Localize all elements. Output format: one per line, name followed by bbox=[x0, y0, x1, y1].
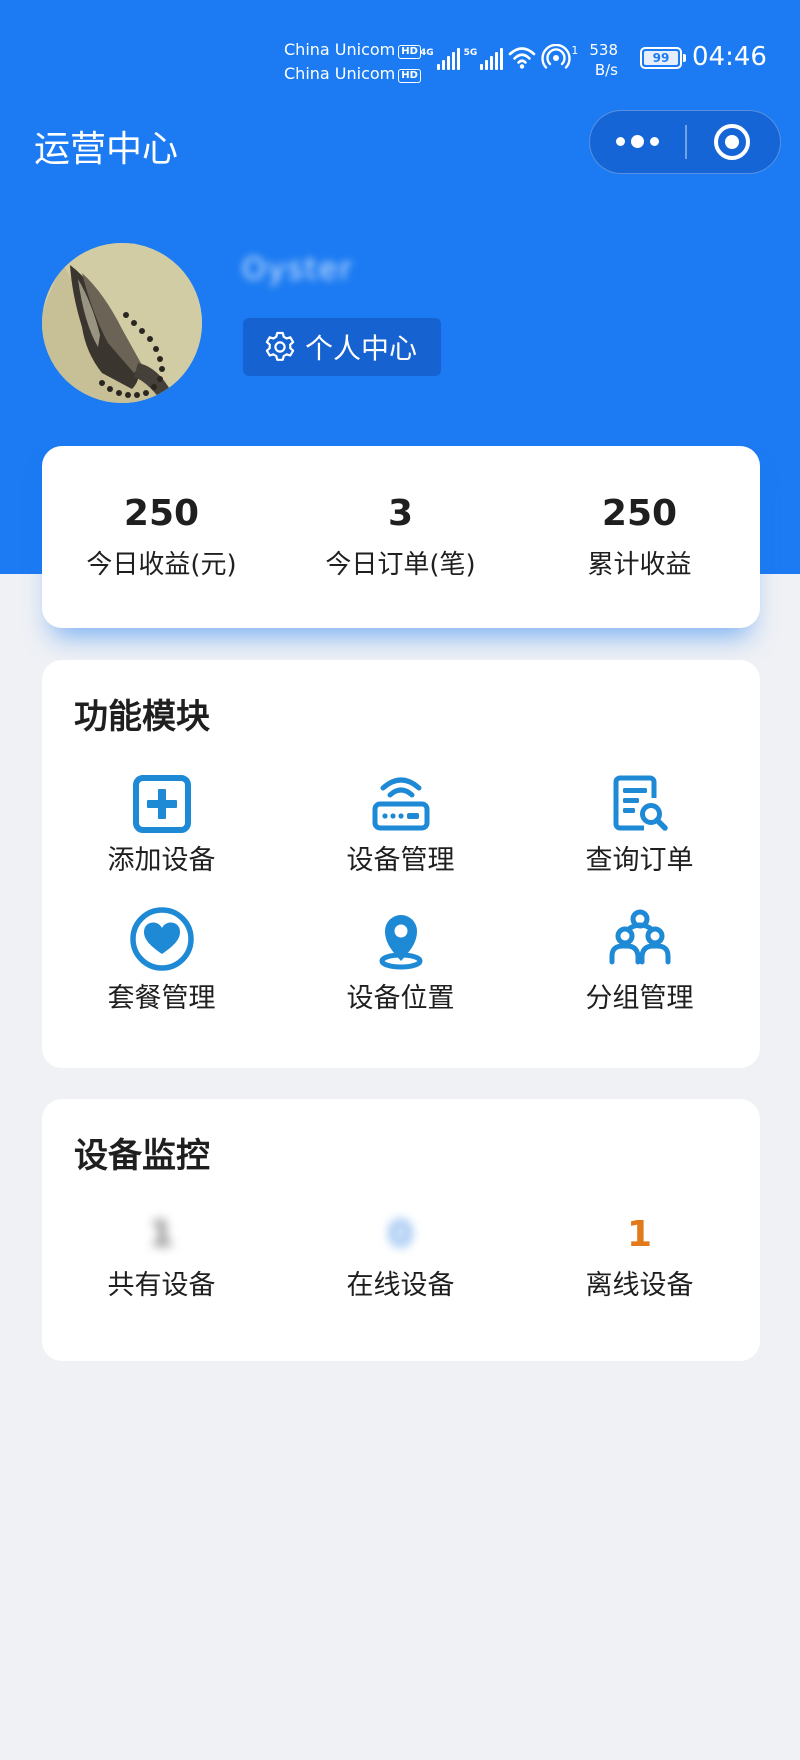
monitor-total-devices[interactable]: 1 共有设备 bbox=[42, 1213, 281, 1303]
stat-total-income[interactable]: 250 累计收益 bbox=[520, 492, 759, 582]
carrier-1: China Unicom bbox=[284, 40, 396, 59]
func-device-management[interactable]: 设备管理 bbox=[281, 774, 520, 878]
carrier-2: China Unicom bbox=[284, 64, 396, 83]
capsule-divider bbox=[685, 125, 687, 159]
stat-label: 今日收益(元) bbox=[86, 550, 237, 580]
battery-icon: 99 bbox=[640, 47, 686, 69]
hotspot-count: 1 bbox=[571, 44, 579, 57]
monitor-online-devices[interactable]: 0 在线设备 bbox=[281, 1213, 520, 1303]
monitor-offline-devices[interactable]: 1 离线设备 bbox=[520, 1213, 759, 1303]
hd-badge: HD bbox=[398, 45, 421, 59]
stat-today-income[interactable]: 250 今日收益(元) bbox=[42, 492, 281, 582]
router-icon bbox=[372, 777, 429, 831]
close-target-icon[interactable] bbox=[714, 124, 750, 160]
heart-icon bbox=[129, 907, 194, 971]
monitor-label: 共有设备 bbox=[107, 1270, 216, 1301]
signal-group: 4G 5G 1 bbox=[420, 44, 578, 70]
section-title: 功能模块 bbox=[74, 697, 210, 737]
func-label: 添加设备 bbox=[107, 845, 216, 876]
monitor-label: 在线设备 bbox=[346, 1270, 455, 1301]
func-add-device[interactable]: 添加设备 bbox=[42, 774, 281, 878]
net-speed-unit: B/s bbox=[594, 61, 618, 79]
func-label: 设备管理 bbox=[346, 845, 455, 876]
func-label: 分组管理 bbox=[585, 983, 694, 1014]
location-pin-icon bbox=[379, 915, 422, 970]
carrier-info: China Unicom HD China Unicom HD bbox=[284, 38, 421, 86]
wifi-icon bbox=[509, 47, 536, 69]
praying-hands-image bbox=[42, 243, 202, 403]
status-bar: China Unicom HD China Unicom HD 4G 5G 1 5 bbox=[0, 0, 800, 100]
device-monitor-card: 设备监控 1 共有设备 0 在线设备 1 离线设备 bbox=[42, 1099, 760, 1361]
stat-label: 累计收益 bbox=[587, 550, 692, 580]
signal-tag-5g: 5G bbox=[463, 48, 478, 58]
stat-today-orders[interactable]: 3 今日订单(笔) bbox=[281, 492, 520, 582]
stat-value: 3 bbox=[387, 493, 414, 534]
func-label: 查询订单 bbox=[585, 845, 694, 876]
group-icon bbox=[609, 909, 670, 965]
stats-card: 250 今日收益(元) 3 今日订单(笔) 250 累计收益 bbox=[42, 446, 760, 628]
stat-label: 今日订单(笔) bbox=[325, 550, 476, 580]
function-modules-card: 功能模块 添加设备 设备管理 查询订单 套餐管理 设备位置 分组管理 bbox=[42, 660, 760, 1068]
username: Oyster bbox=[242, 252, 354, 287]
section-title: 设备监控 bbox=[74, 1136, 210, 1176]
more-icon[interactable] bbox=[590, 111, 685, 172]
net-speed-value: 538 bbox=[589, 41, 618, 59]
stat-value: 250 bbox=[123, 493, 200, 534]
monitor-value: 1 bbox=[148, 1214, 175, 1255]
mini-program-capsule bbox=[589, 110, 781, 174]
monitor-label: 离线设备 bbox=[585, 1270, 694, 1301]
personal-center-button[interactable]: 个人中心 bbox=[243, 318, 441, 376]
signal-icon: 5G bbox=[464, 48, 504, 70]
monitor-value: 0 bbox=[387, 1214, 414, 1255]
func-device-location[interactable]: 设备位置 bbox=[281, 906, 520, 1016]
func-package-management[interactable]: 套餐管理 bbox=[42, 906, 281, 1016]
order-search-icon bbox=[613, 775, 668, 831]
func-label: 套餐管理 bbox=[107, 983, 216, 1014]
stat-value: 250 bbox=[601, 493, 678, 534]
gear-icon bbox=[265, 331, 295, 361]
page-title: 运营中心 bbox=[34, 129, 179, 170]
hotspot-icon bbox=[541, 44, 571, 69]
signal-tag-4g: 4G bbox=[420, 48, 434, 58]
add-box-icon bbox=[132, 775, 191, 833]
func-group-management[interactable]: 分组管理 bbox=[520, 906, 759, 1016]
signal-icon: 4G bbox=[420, 48, 460, 70]
avatar[interactable] bbox=[42, 243, 202, 403]
battery-level: 99 bbox=[644, 51, 678, 65]
hd-badge: HD bbox=[398, 69, 421, 83]
func-query-orders[interactable]: 查询订单 bbox=[520, 774, 759, 878]
func-label: 设备位置 bbox=[346, 983, 455, 1014]
monitor-value: 1 bbox=[626, 1214, 653, 1255]
personal-center-label: 个人中心 bbox=[305, 332, 418, 365]
clock: 04:46 bbox=[692, 42, 767, 72]
net-speed: 538 B/s bbox=[584, 40, 618, 80]
